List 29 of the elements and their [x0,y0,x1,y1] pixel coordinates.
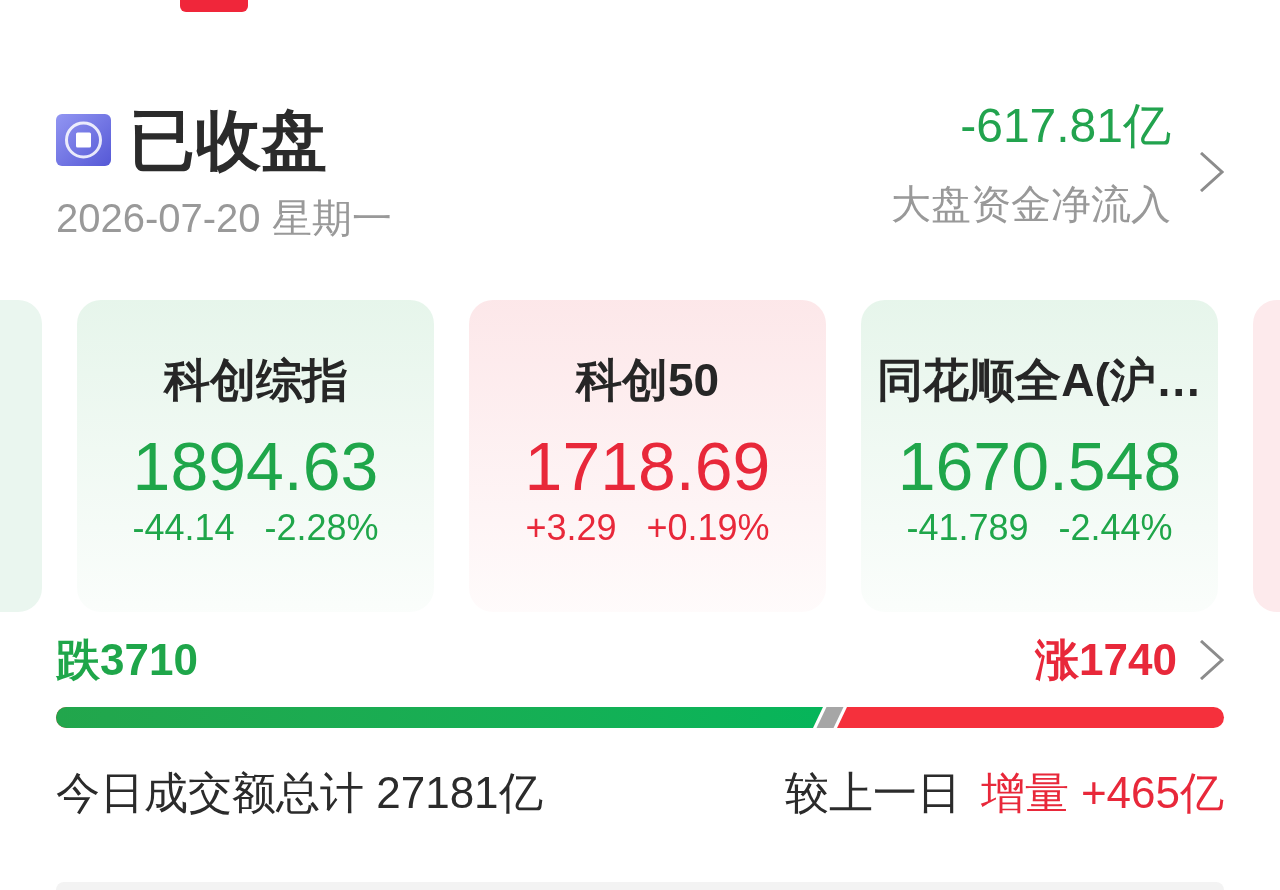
change-percent: -2.28% [264,506,379,550]
status-title: 已收盘 [129,104,327,176]
falls-count: 跌3710 [56,634,198,686]
turnover-total: 今日成交额总计 27181亿 [56,767,543,819]
stop-icon [56,114,111,166]
index-name: 科创综指 [163,354,348,406]
tab-indicator [180,0,248,12]
change-value: -44.14 [132,506,235,550]
chevron-right-icon[interactable] [1199,640,1224,680]
divider-icon [813,707,848,728]
change-value: -41.789 [906,506,1029,550]
index-card[interactable]: 同花顺全A(沪… 1670.548 -41.789 -2.44% [861,300,1218,612]
net-inflow-label: 大盘资金净流入 [891,182,1171,226]
index-value: 1718.69 [524,431,771,501]
chevron-right-icon[interactable] [1199,152,1224,192]
index-card[interactable]: 科创50 1718.69 +3.29 +0.19% [469,300,826,612]
change-value: +3.29 [525,506,617,550]
index-name: 科创50 [575,354,720,406]
date-text: 2026-07-20 星期一 [56,196,392,240]
net-inflow-value: -617.81亿 [960,100,1171,152]
index-card[interactable]: 科创综指 1894.63 -44.14 -2.28% [77,300,434,612]
change-percent: -2.44% [1058,506,1173,550]
comparison-value: 增量 +465亿 [980,767,1224,819]
index-value: 1894.63 [132,431,379,501]
comparison-label: 较上一日 [784,767,961,819]
index-value: 1670.548 [897,431,1182,501]
rises-count: 涨1740 [1035,634,1177,686]
index-name: 同花顺全A(沪… [877,354,1202,406]
change-percent: +0.19% [646,506,770,550]
